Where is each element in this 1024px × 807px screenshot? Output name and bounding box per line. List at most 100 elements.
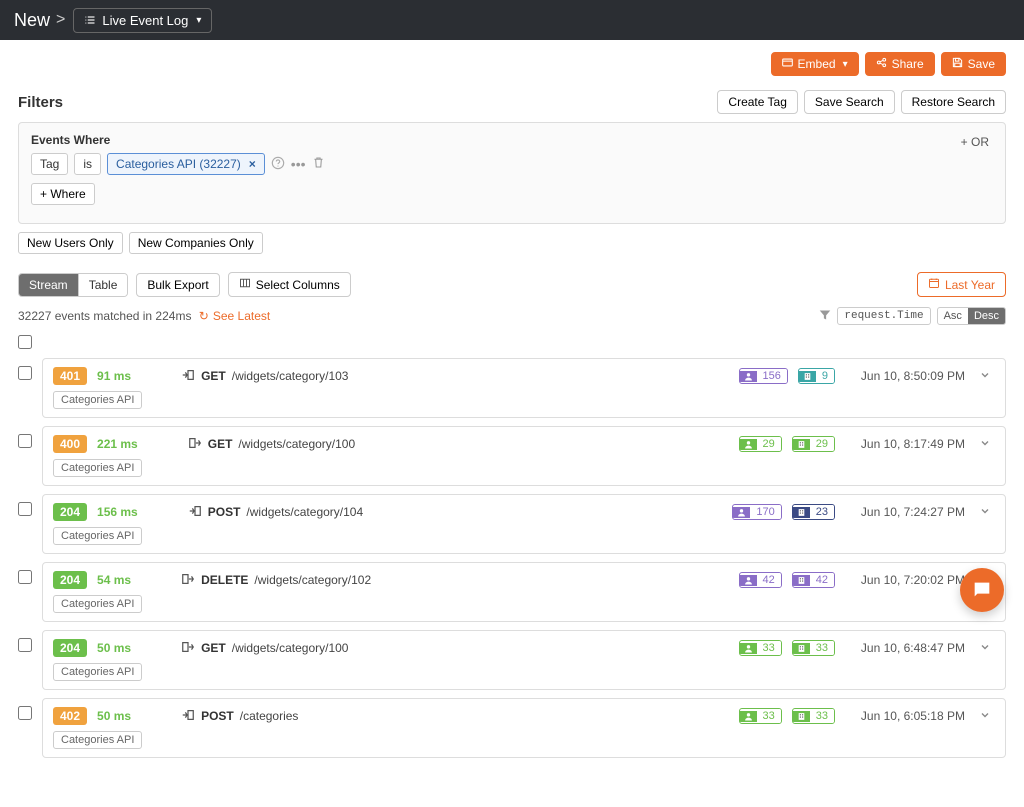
timestamp: Jun 10, 6:48:47 PM [845,641,965,655]
list-icon [84,14,96,26]
building-icon [793,643,810,654]
add-where-button[interactable]: + Where [31,183,95,205]
event-card[interactable]: 20450 msGET/widgets/category/1003333Jun … [42,630,1006,690]
building-icon [793,711,810,722]
direction-icon [181,640,195,657]
status-badge: 402 [53,707,87,725]
embed-button[interactable]: Embed ▾ [771,52,859,76]
company-pill[interactable]: 9 [798,368,835,384]
event-checkbox[interactable] [18,570,32,584]
event-checkbox[interactable] [18,638,32,652]
http-method: GET [208,437,233,451]
event-checkbox[interactable] [18,706,32,720]
event-row: 20450 msGET/widgets/category/1003333Jun … [18,630,1006,690]
refresh-icon: ↻ [199,309,209,323]
expand-icon[interactable] [975,437,995,452]
filter-field-chip[interactable]: Tag [31,153,68,175]
event-card[interactable]: 20454 msDELETE/widgets/category/1024242J… [42,562,1006,622]
stream-tab[interactable]: Stream [19,274,78,296]
user-pill[interactable]: 42 [739,572,782,588]
new-companies-only-button[interactable]: New Companies Only [129,232,263,254]
user-icon [740,711,757,722]
select-all-row [18,335,1006,352]
filters-title: Filters [18,94,63,111]
event-card[interactable]: 40250 msPOST/categories3333Jun 10, 6:05:… [42,698,1006,758]
direction-icon [188,504,202,521]
select-columns-button[interactable]: Select Columns [228,272,351,297]
company-pill[interactable]: 33 [792,708,835,724]
view-mode-segment: Stream Table [18,273,128,297]
sort-direction-segment: Asc Desc [937,307,1006,325]
restore-search-button[interactable]: Restore Search [901,90,1006,114]
add-or-button[interactable]: + OR [957,133,993,151]
user-pill[interactable]: 29 [739,436,782,452]
expand-icon[interactable] [975,369,995,384]
expand-icon[interactable] [975,641,995,656]
company-pill[interactable]: 23 [792,504,835,520]
new-users-only-button[interactable]: New Users Only [18,232,123,254]
chevron-down-icon: ▾ [843,59,848,70]
event-tag[interactable]: Categories API [53,391,142,409]
event-card[interactable]: 400221 msGET/widgets/category/1002929Jun… [42,426,1006,486]
request-path: /widgets/category/104 [246,505,363,519]
filter-value-chip[interactable]: Categories API (32227) × [107,153,265,175]
table-tab[interactable]: Table [78,274,128,296]
http-method: DELETE [201,573,248,587]
building-icon [799,371,816,382]
event-tag[interactable]: Categories API [53,731,142,749]
event-checkbox[interactable] [18,434,32,448]
user-pill[interactable]: 170 [732,504,781,520]
event-list: 40191 msGET/widgets/category/1031569Jun … [18,358,1006,758]
timestamp: Jun 10, 6:05:18 PM [845,709,965,723]
event-tag[interactable]: Categories API [53,663,142,681]
more-icon[interactable]: ••• [291,156,306,172]
see-latest-link[interactable]: ↻ See Latest [199,309,270,323]
remove-filter-icon[interactable]: × [249,157,256,171]
user-pill[interactable]: 156 [739,368,788,384]
top-actions: Embed ▾ Share Save [18,52,1006,76]
quick-filters: New Users Only New Companies Only [18,232,1006,254]
share-button[interactable]: Share [865,52,935,76]
user-pill[interactable]: 33 [739,708,782,724]
event-tag[interactable]: Categories API [53,595,142,613]
company-pill[interactable]: 33 [792,640,835,656]
expand-icon[interactable] [975,709,995,724]
event-tag[interactable]: Categories API [53,527,142,545]
select-all-checkbox[interactable] [18,335,32,349]
expand-icon[interactable] [975,505,995,520]
latency: 50 ms [97,641,131,655]
event-card[interactable]: 204156 msPOST/widgets/category/10417023J… [42,494,1006,554]
events-where-label: Events Where [31,133,325,147]
sort-asc[interactable]: Asc [938,308,968,324]
request-path: /widgets/category/103 [232,369,349,383]
save-search-button[interactable]: Save Search [804,90,895,114]
user-icon [740,439,757,450]
save-button[interactable]: Save [941,52,1006,76]
filter-op-chip[interactable]: is [74,153,101,175]
latency: 50 ms [97,709,131,723]
user-pill[interactable]: 33 [739,640,782,656]
company-pill[interactable]: 42 [792,572,835,588]
event-tag[interactable]: Categories API [53,459,142,477]
event-row: 40191 msGET/widgets/category/1031569Jun … [18,358,1006,418]
live-event-log-dropdown[interactable]: Live Event Log ▾ [73,8,212,33]
timerange-button[interactable]: Last Year [917,272,1006,297]
main-container: Embed ▾ Share Save Filters Create Tag Sa… [4,40,1020,806]
help-icon[interactable] [271,156,285,173]
timestamp: Jun 10, 8:50:09 PM [845,369,965,383]
building-icon [793,507,810,518]
sort-field[interactable]: request.Time [837,307,930,325]
company-pill[interactable]: 29 [792,436,835,452]
create-tag-button[interactable]: Create Tag [717,90,797,114]
building-icon [793,439,810,450]
request-path: /widgets/category/102 [254,573,371,587]
event-checkbox[interactable] [18,366,32,380]
event-card[interactable]: 40191 msGET/widgets/category/1031569Jun … [42,358,1006,418]
filter-icon[interactable] [819,308,831,324]
bulk-export-button[interactable]: Bulk Export [136,273,219,297]
trash-icon[interactable] [312,156,325,172]
sort-desc[interactable]: Desc [968,308,1005,324]
latency: 156 ms [97,505,138,519]
event-checkbox[interactable] [18,502,32,516]
chat-fab[interactable] [960,568,1004,612]
